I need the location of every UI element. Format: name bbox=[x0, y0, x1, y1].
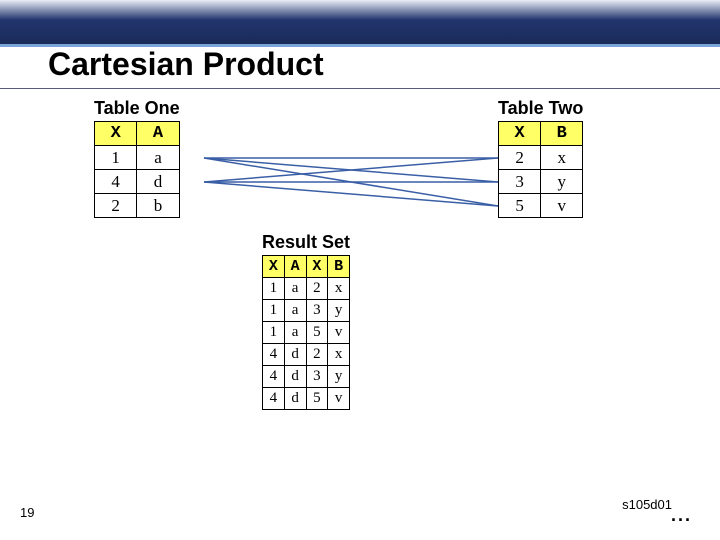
table-two-header-b: B bbox=[541, 122, 583, 146]
table-row: 4 d 5 v bbox=[263, 388, 350, 410]
cell: b bbox=[137, 194, 179, 218]
table-row: 1 a 5 v bbox=[263, 322, 350, 344]
table-row: 1 a 3 y bbox=[263, 300, 350, 322]
result-set: Result Set X A X B 1 a 2 x 1 a 3 y bbox=[262, 232, 350, 255]
result-header: X bbox=[263, 256, 285, 278]
result-header: A bbox=[284, 256, 306, 278]
table-two-header-x: X bbox=[499, 122, 541, 146]
cell: 2 bbox=[95, 194, 137, 218]
cell: y bbox=[328, 300, 350, 322]
cell: 4 bbox=[263, 344, 285, 366]
cell: d bbox=[284, 366, 306, 388]
cell: 4 bbox=[95, 170, 137, 194]
cell: y bbox=[328, 366, 350, 388]
table-row: 2 x bbox=[499, 146, 583, 170]
table-one-grid: X A 1 a 4 d 2 b bbox=[94, 121, 180, 218]
table-one: Table One X A 1 a 4 d 2 b bbox=[94, 98, 180, 121]
page-title: Cartesian Product bbox=[48, 46, 324, 83]
table-row: 4 d bbox=[95, 170, 180, 194]
table-row: 3 y bbox=[499, 170, 583, 194]
cell: a bbox=[284, 278, 306, 300]
cell: 3 bbox=[306, 300, 328, 322]
table-two: Table Two X B 2 x 3 y 5 v bbox=[498, 98, 583, 121]
table-one-caption: Table One bbox=[94, 98, 180, 119]
table-row: 4 d 3 y bbox=[263, 366, 350, 388]
cell: y bbox=[541, 170, 583, 194]
cell: d bbox=[284, 344, 306, 366]
cell: 2 bbox=[499, 146, 541, 170]
cell: v bbox=[328, 388, 350, 410]
cell: d bbox=[284, 388, 306, 410]
cell: 4 bbox=[263, 366, 285, 388]
cell: v bbox=[541, 194, 583, 218]
cell: 2 bbox=[306, 278, 328, 300]
result-grid: X A X B 1 a 2 x 1 a 3 y 1 bbox=[262, 255, 350, 410]
cell: 3 bbox=[499, 170, 541, 194]
slide: Cartesian Product Table One X A 1 a 4 d bbox=[0, 0, 720, 540]
slide-number: 19 bbox=[20, 505, 34, 520]
cell: 1 bbox=[95, 146, 137, 170]
cell: 3 bbox=[306, 366, 328, 388]
cell: x bbox=[328, 344, 350, 366]
result-header: X bbox=[306, 256, 328, 278]
cell: a bbox=[284, 300, 306, 322]
slide-code-id: s105d01 bbox=[622, 497, 672, 512]
table-row: 1 a 2 x bbox=[263, 278, 350, 300]
cell: a bbox=[137, 146, 179, 170]
ellipsis-icon: ... bbox=[671, 505, 692, 526]
header-bar bbox=[0, 0, 720, 44]
table-one-header-a: A bbox=[137, 122, 179, 146]
cell: v bbox=[328, 322, 350, 344]
cell: d bbox=[137, 170, 179, 194]
cell: 5 bbox=[306, 388, 328, 410]
cell: 1 bbox=[263, 322, 285, 344]
cell: 1 bbox=[263, 300, 285, 322]
table-row: 5 v bbox=[499, 194, 583, 218]
cell: 2 bbox=[306, 344, 328, 366]
cell: a bbox=[284, 322, 306, 344]
table-two-caption: Table Two bbox=[498, 98, 583, 119]
cell: 5 bbox=[306, 322, 328, 344]
cell: 5 bbox=[499, 194, 541, 218]
cell: 4 bbox=[263, 388, 285, 410]
cell: 1 bbox=[263, 278, 285, 300]
table-row: 1 a bbox=[95, 146, 180, 170]
table-row: 4 d 2 x bbox=[263, 344, 350, 366]
result-caption: Result Set bbox=[262, 232, 350, 253]
title-underline bbox=[0, 88, 720, 89]
result-header: B bbox=[328, 256, 350, 278]
cell: x bbox=[328, 278, 350, 300]
cell: x bbox=[541, 146, 583, 170]
table-one-header-x: X bbox=[95, 122, 137, 146]
table-row: 2 b bbox=[95, 194, 180, 218]
table-two-grid: X B 2 x 3 y 5 v bbox=[498, 121, 583, 218]
